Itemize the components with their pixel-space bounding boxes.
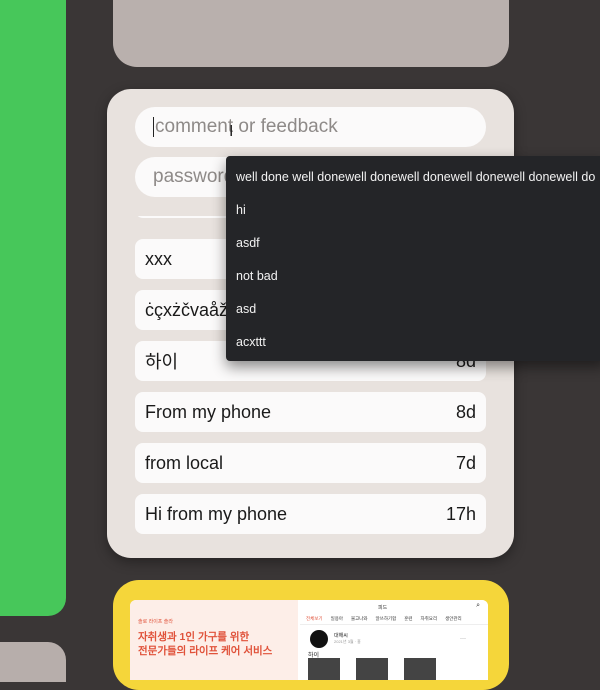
feed-tab: 알쓰하기합: [375, 616, 397, 621]
message-age: 17h: [445, 503, 476, 524]
autocomplete-dropdown: well done well donewell donewell donewel…: [226, 156, 600, 361]
message-text: ċçxżčvaåž: [145, 299, 229, 320]
comment-input[interactable]: comment or feedback: [135, 107, 486, 147]
promo-headline-2: 전문가들의 라이프 케어 서비스: [138, 645, 273, 657]
text-cursor-icon: I: [229, 122, 234, 140]
list-item[interactable]: Hi from my phone 17h: [135, 494, 486, 534]
side-panel-gray: [0, 642, 66, 682]
avatar: [310, 630, 328, 648]
divider: [300, 624, 488, 625]
list-item[interactable]: from local 7d: [135, 443, 486, 483]
post-meta: 2021년 3월 · 홍: [334, 639, 361, 644]
autocomplete-option[interactable]: well done well donewell donewell donewel…: [226, 161, 600, 194]
autocomplete-option[interactable]: hi: [226, 194, 600, 227]
feed-tab: 생안관리: [445, 616, 462, 621]
autocomplete-option[interactable]: asdf: [226, 227, 600, 260]
feed-tab: 자취요리: [420, 616, 438, 621]
thumbnail-feed: 피드 ⌕ 전체보기 일용아 물고나와 알쓰하기합 훈련 자취요리 생안관리 대해씨 2021…: [300, 600, 488, 680]
feed-tab: 훈련: [404, 616, 413, 621]
password-placeholder: password: [153, 166, 235, 187]
promo-label: 솔로 라이프 솔라: [138, 619, 173, 625]
message-text: from local: [145, 452, 224, 473]
list-item[interactable]: From my phone 8d: [135, 392, 486, 432]
text-caret: [153, 117, 154, 137]
message-text: Hi from my phone: [145, 503, 288, 524]
post-image: [308, 658, 340, 680]
previous-card: [113, 0, 509, 67]
side-panel-green: [0, 0, 66, 616]
autocomplete-option[interactable]: acxttt: [226, 326, 600, 359]
post-author: 대해씨: [334, 633, 348, 639]
feed-tabs: 전체보기 일용아 물고나와 알쓰하기합 훈련 자취요리 생안관리: [306, 616, 470, 622]
message-text: From my phone: [145, 401, 272, 422]
message-text: xxx: [145, 248, 172, 269]
promo-headline: 자취생과 1인 가구를 위한: [138, 631, 250, 643]
autocomplete-option[interactable]: asd: [226, 293, 600, 326]
feed-tab: 일용아: [330, 616, 343, 621]
search-icon: ⌕: [476, 602, 480, 609]
app-screenshot-thumbnail: 솔로 라이프 솔라 자취생과 1인 가구를 위한 전문가들의 라이프 케어 서비…: [130, 600, 488, 680]
post-image: [404, 658, 436, 680]
feed-title: 피드: [378, 605, 388, 611]
message-age: 8d: [455, 401, 476, 422]
feed-tab: 물고나와: [350, 616, 368, 621]
comment-placeholder: comment or feedback: [155, 116, 338, 137]
message-age: 7d: [455, 452, 476, 473]
thumbnail-promo: 솔로 라이프 솔라 자취생과 1인 가구를 위한 전문가들의 라이프 케어 서비…: [130, 600, 298, 680]
autocomplete-option[interactable]: not bad: [226, 260, 600, 293]
post-image: [356, 658, 388, 680]
more-icon: ···: [460, 636, 466, 642]
feed-tab: 전체보기: [306, 616, 323, 621]
message-text: 하이: [145, 352, 179, 372]
